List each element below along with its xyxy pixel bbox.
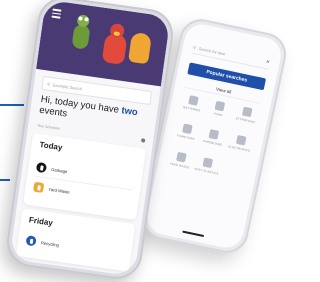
- pickup-label: Garbage: [50, 166, 68, 174]
- accent-line: [0, 104, 24, 106]
- category-grid: BATTERIES PAINT STYROFOAM FURNITURE CARD…: [166, 93, 261, 181]
- day-title: Friday: [28, 215, 54, 228]
- pickup-label: Yard Waste: [48, 186, 71, 195]
- category-label: FURNITURE: [176, 133, 196, 141]
- category-electronics[interactable]: ELECTRONICS: [225, 133, 255, 153]
- furniture-icon: [182, 123, 193, 135]
- day-card-friday[interactable]: Friday Recycling: [15, 208, 136, 272]
- day-card-today[interactable]: Today Garbage Yard Waste: [23, 133, 147, 221]
- search-icon: ⚲: [46, 81, 51, 87]
- pickup-item-garbage[interactable]: Garbage: [35, 161, 68, 176]
- front-phone-screen: ⚲ Example Search Hi, today you have two …: [9, 0, 171, 277]
- accent-line: [0, 179, 10, 181]
- front-phone: ⚲ Example Search Hi, today you have two …: [3, 0, 177, 282]
- item-search-placeholder: Search for item: [198, 45, 226, 57]
- category-styrofoam[interactable]: STYROFOAM: [232, 105, 262, 125]
- category-label: PAINT: [213, 111, 224, 118]
- category-label: CARDBOARD: [202, 138, 223, 147]
- search-icon: ⚲: [192, 44, 197, 50]
- yard-waste-icon: [32, 181, 45, 193]
- hero-illustration: [36, 0, 171, 87]
- paint-icon: [214, 100, 226, 112]
- monster-character-icon: [128, 31, 152, 65]
- schedule-label: Your Schedule: [36, 123, 60, 131]
- bird-character-icon: [99, 22, 131, 69]
- search-placeholder: Example Search: [52, 81, 83, 91]
- category-paint[interactable]: PAINT: [205, 99, 235, 119]
- category-cardboard[interactable]: CARDBOARD: [199, 127, 229, 147]
- category-label: STYROFOAM: [235, 116, 256, 125]
- pickup-item-yard-waste[interactable]: Yard Waste: [32, 181, 71, 197]
- category-label: BATTERIES: [183, 105, 201, 113]
- greeting-count: two: [120, 105, 139, 119]
- yard-waste-icon: [176, 151, 187, 163]
- garbage-icon: [35, 161, 48, 174]
- category-furniture[interactable]: FURNITURE: [172, 122, 202, 142]
- electronics-icon: [235, 134, 247, 146]
- pickup-item-recycling[interactable]: Recycling: [25, 235, 59, 250]
- category-batteries[interactable]: BATTERIES: [178, 93, 208, 113]
- close-icon[interactable]: ×: [265, 59, 270, 66]
- category-label: YARD WASTE: [169, 161, 191, 170]
- frog-character-icon: [69, 12, 94, 54]
- menu-icon[interactable]: [51, 8, 62, 19]
- category-yard-waste[interactable]: YARD WASTE: [166, 150, 196, 170]
- styrofoam-icon: [241, 106, 253, 118]
- cardboard-icon: [208, 129, 220, 140]
- settings-icon[interactable]: [140, 138, 146, 143]
- day-title: Today: [38, 140, 63, 153]
- category-soft-plastics[interactable]: SOFT PLASTICS: [193, 156, 223, 176]
- category-label: ELECTRONICS: [228, 144, 251, 153]
- soft-plastics-icon: [202, 157, 214, 169]
- recycling-icon: [25, 235, 37, 247]
- batteries-icon: [188, 95, 199, 106]
- category-label: SOFT PLASTICS: [194, 166, 219, 176]
- home-indicator: [182, 230, 205, 238]
- pickup-label: Recycling: [40, 239, 60, 248]
